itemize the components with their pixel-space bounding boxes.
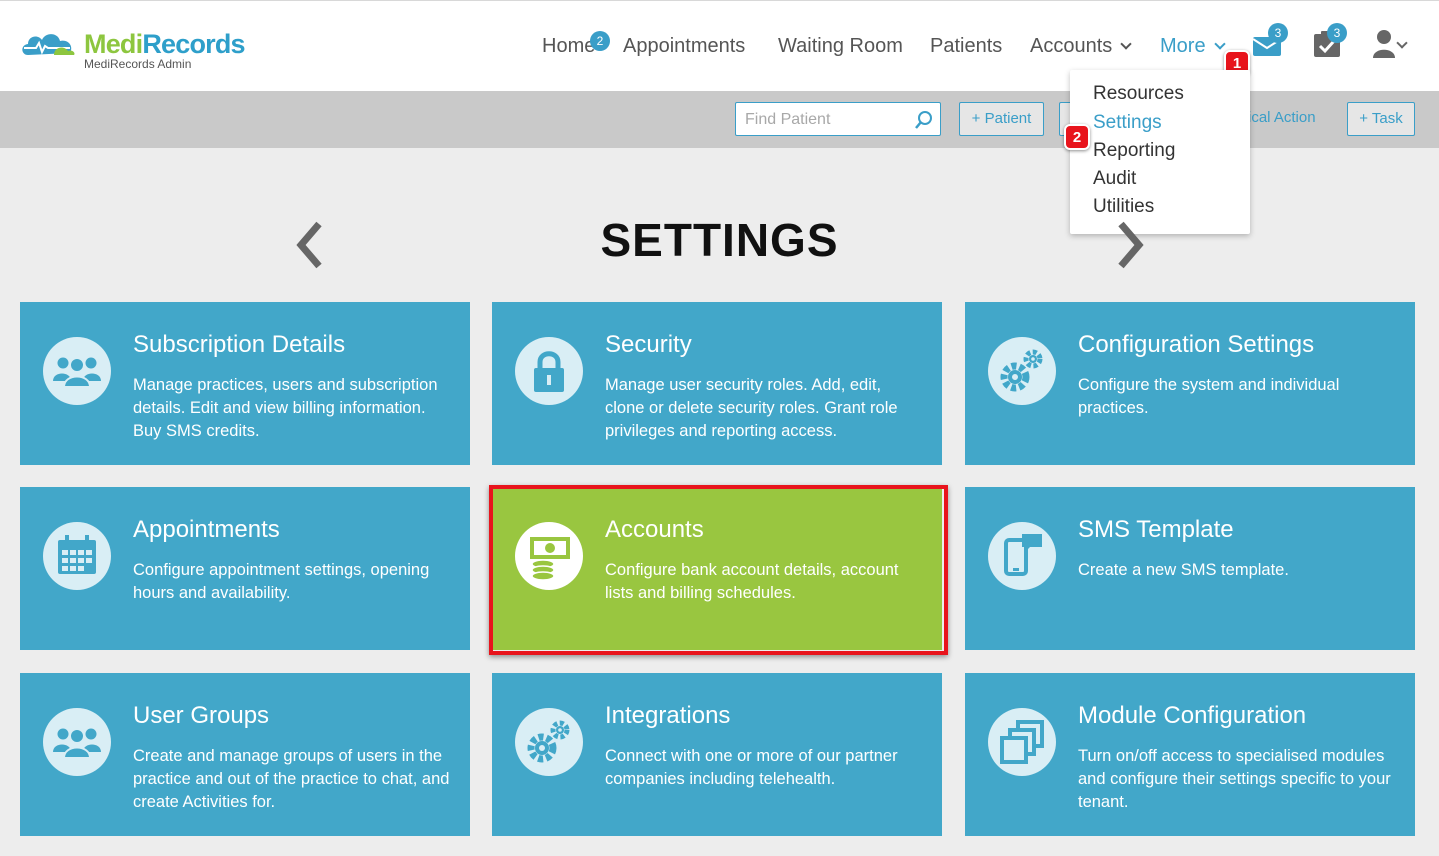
tile-security[interactable]: Security Manage user security roles. Add… (492, 302, 942, 465)
next-arrow-icon[interactable] (1116, 220, 1146, 270)
tile-title: SMS Template (1078, 516, 1234, 543)
messages-badge: 3 (1268, 23, 1288, 43)
lock-icon (534, 351, 564, 392)
tile-title: User Groups (133, 702, 270, 729)
page-title: SETTINGS (600, 214, 839, 266)
chevron-down-icon (1213, 38, 1226, 50)
nav-more-label: More (1160, 35, 1206, 57)
tile-icon-circle (43, 337, 111, 405)
nav-patients[interactable]: Patients (930, 35, 1002, 58)
user-menu[interactable] (1372, 29, 1416, 59)
tile-configuration-settings[interactable]: Configuration Settings Configure the sys… (965, 302, 1415, 465)
tile-sms-template[interactable]: SMS Template Create a new SMS template. (965, 487, 1415, 650)
tile-icon-circle (988, 708, 1056, 776)
tile-title: Appointments (133, 516, 280, 543)
search-icon[interactable] (914, 110, 934, 130)
mobile-chat-icon (1004, 534, 1042, 576)
tile-title: Security (605, 331, 692, 358)
nav-accounts[interactable]: Accounts (1030, 35, 1132, 58)
tile-description: Turn on/off access to specialised module… (1078, 747, 1391, 811)
find-patient-input[interactable] (745, 109, 910, 131)
more-dropdown-menu: Resources Settings Reporting Audit Utili… (1070, 70, 1250, 234)
step-marker-2: 2 (1064, 124, 1090, 150)
tile-title: Integrations (605, 702, 731, 729)
nav-waiting-room[interactable]: Waiting Room (778, 35, 903, 58)
gears-icon (1000, 349, 1043, 392)
app-window: MediRecords MediRecords Admin Home 2 App… (0, 0, 1439, 856)
nav-accounts-label: Accounts (1030, 35, 1113, 57)
tile-title: Configuration Settings (1078, 331, 1315, 358)
add-patient-button[interactable]: + Patient (959, 102, 1044, 136)
nav-home[interactable]: Home (542, 35, 595, 58)
home-notification-badge: 2 (590, 31, 610, 51)
tile-icon-circle (43, 708, 111, 776)
calendar-icon (58, 535, 96, 574)
find-patient-search (735, 102, 941, 136)
tile-description: Manage practices, users and subscription… (133, 376, 438, 440)
nav-appointments[interactable]: Appointments (623, 35, 745, 58)
nav-more[interactable]: More (1160, 35, 1226, 58)
tile-icon-circle (988, 337, 1056, 405)
tile-subscription-details[interactable]: Subscription Details Manage practices, u… (20, 302, 470, 465)
logo-name: MediRecords (84, 29, 246, 59)
menu-item-reporting[interactable]: Reporting (1093, 140, 1175, 162)
windows-icon (1000, 720, 1044, 764)
tile-integrations[interactable]: Integrations Connect with one or more of… (492, 673, 942, 836)
tile-appointments[interactable]: Appointments Configure appointment setti… (20, 487, 470, 650)
tile-module-configuration[interactable]: Module Configuration Turn on/off access … (965, 673, 1415, 836)
menu-item-resources[interactable]: Resources (1093, 83, 1184, 105)
add-task-button[interactable]: + Task (1347, 102, 1415, 136)
cloud-logo-icon (22, 34, 75, 55)
gears-icon (527, 720, 570, 763)
tile-title: Module Configuration (1078, 702, 1307, 729)
tile-user-groups[interactable]: User Groups Create and manage groups of … (20, 673, 470, 836)
tasks-badge: 3 (1327, 23, 1347, 43)
tile-icon-circle (43, 522, 111, 590)
tile-description: Manage user security roles. Add, edit, c… (605, 376, 898, 440)
clinical-action-label: ical Action (1248, 109, 1316, 126)
accounts-highlight-frame (489, 485, 948, 655)
logo[interactable]: MediRecords MediRecords Admin (20, 27, 260, 75)
tile-description: Connect with one or more of our partner … (605, 747, 898, 788)
menu-item-settings[interactable]: Settings (1093, 112, 1162, 134)
tile-icon-circle (515, 708, 583, 776)
tile-title: Subscription Details (133, 331, 346, 358)
tile-description: Configure appointment settings, opening … (133, 561, 430, 602)
menu-item-audit[interactable]: Audit (1093, 168, 1136, 190)
chevron-down-icon (1120, 38, 1132, 50)
logo-subtitle: MediRecords Admin (84, 57, 192, 71)
users-icon (53, 728, 101, 759)
tile-icon-circle (515, 337, 583, 405)
tile-icon-circle (988, 522, 1056, 590)
tile-description: Configure the system and individual prac… (1078, 376, 1340, 417)
tile-description: Create a new SMS template. (1078, 561, 1289, 579)
tile-description: Create and manage groups of users in the… (133, 747, 450, 811)
chevron-down-icon (1396, 37, 1408, 49)
user-icon (1373, 30, 1395, 58)
users-icon (53, 357, 101, 388)
